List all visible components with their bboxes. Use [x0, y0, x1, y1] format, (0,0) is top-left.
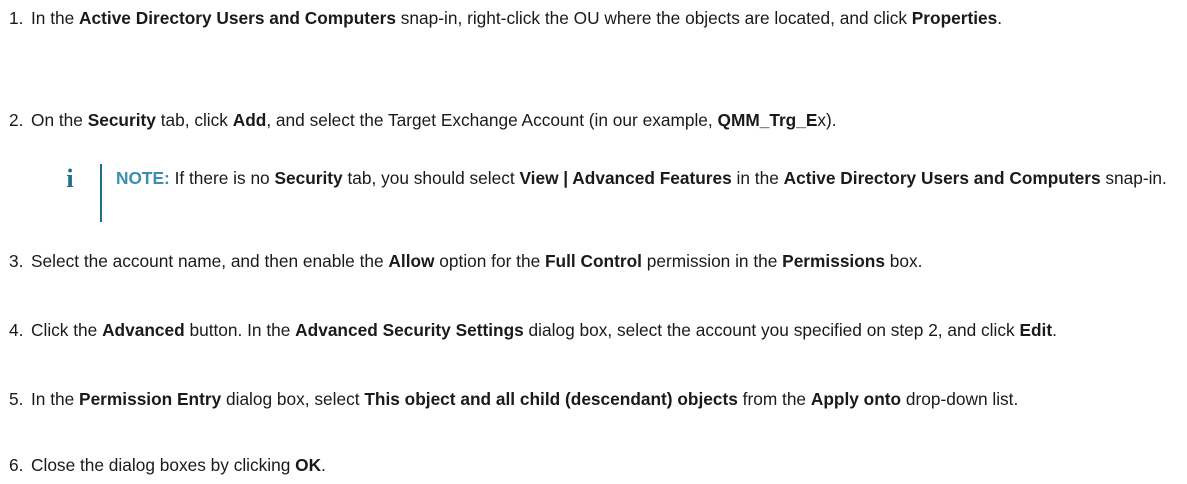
- step-number: 6.: [9, 455, 24, 475]
- step-number: 3.: [9, 251, 24, 271]
- step-text: Close the dialog boxes by clicking OK.: [31, 455, 326, 475]
- note-text: NOTE: If there is no Security tab, you s…: [116, 168, 1167, 188]
- note-label: NOTE:: [116, 168, 170, 188]
- step-number: 1.: [9, 8, 24, 28]
- step-text: In the Active Directory Users and Comput…: [31, 8, 1003, 28]
- step-text: Select the account name, and then enable…: [31, 251, 923, 271]
- step-text: Click the Advanced button. In the Advanc…: [31, 320, 1057, 340]
- step-1: 1. In the Active Directory Users and Com…: [0, 5, 1180, 31]
- note-box: i NOTE: If there is no Security tab, you…: [60, 164, 1180, 222]
- step-text: On the Security tab, click Add, and sele…: [31, 110, 837, 130]
- note-divider: [100, 164, 102, 222]
- step-3: 3. Select the account name, and then ena…: [0, 248, 1180, 274]
- step-5: 5. In the Permission Entry dialog box, s…: [0, 386, 1180, 412]
- step-number: 4.: [9, 320, 24, 340]
- step-text: In the Permission Entry dialog box, sele…: [31, 389, 1019, 409]
- step-6: 6. Close the dialog boxes by clicking OK…: [0, 452, 1180, 478]
- step-2: 2. On the Security tab, click Add, and s…: [0, 107, 1180, 133]
- step-number: 2.: [9, 110, 24, 130]
- step-4: 4. Click the Advanced button. In the Adv…: [0, 317, 1180, 343]
- info-icon: i: [66, 164, 74, 193]
- step-number: 5.: [9, 389, 24, 409]
- instruction-document: 1. In the Active Directory Users and Com…: [0, 0, 1187, 484]
